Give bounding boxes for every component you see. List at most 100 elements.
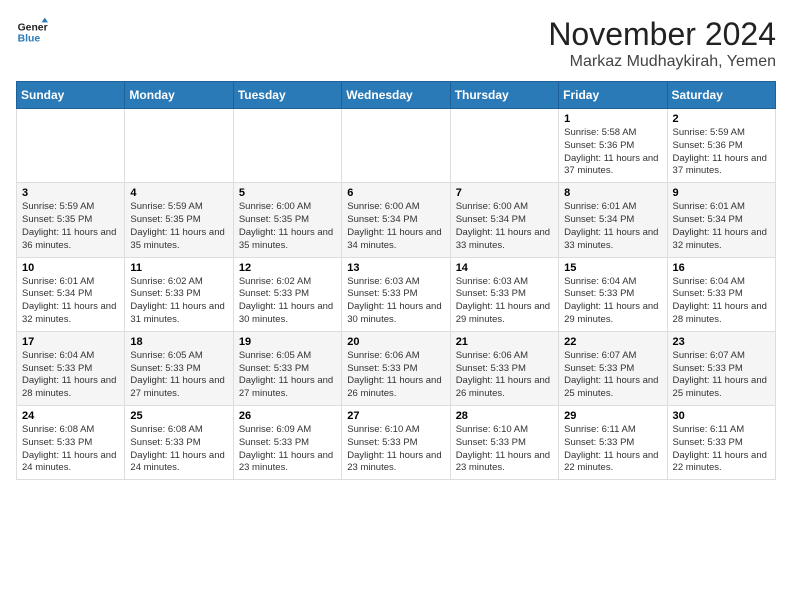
day-number: 28 — [456, 410, 553, 422]
calendar-cell: 13 Sunrise: 6:03 AM Sunset: 5:33 PM Dayli… — [342, 257, 450, 331]
day-number: 20 — [347, 336, 444, 348]
day-info: Sunrise: 5:58 AM Sunset: 5:36 PM Dayligh… — [564, 127, 661, 178]
calendar-cell: 21 Sunrise: 6:06 AM Sunset: 5:33 PM Dayli… — [450, 331, 558, 405]
day-info: Sunrise: 6:08 AM Sunset: 5:33 PM Dayligh… — [130, 424, 227, 475]
calendar-cell: 30 Sunrise: 6:11 AM Sunset: 5:33 PM Dayli… — [667, 406, 775, 480]
month-title: November 2024 — [548, 16, 776, 53]
day-info: Sunrise: 6:06 AM Sunset: 5:33 PM Dayligh… — [456, 350, 553, 401]
calendar-cell: 17 Sunrise: 6:04 AM Sunset: 5:33 PM Dayli… — [17, 331, 125, 405]
calendar-cell — [233, 109, 341, 183]
calendar-cell: 20 Sunrise: 6:06 AM Sunset: 5:33 PM Dayli… — [342, 331, 450, 405]
day-info: Sunrise: 6:05 AM Sunset: 5:33 PM Dayligh… — [130, 350, 227, 401]
day-number: 16 — [673, 262, 770, 274]
weekday-header: Saturday — [667, 82, 775, 109]
day-number: 17 — [22, 336, 119, 348]
day-info: Sunrise: 5:59 AM Sunset: 5:35 PM Dayligh… — [22, 201, 119, 252]
calendar-cell — [17, 109, 125, 183]
location: Markaz Mudhaykirah, Yemen — [548, 53, 776, 71]
svg-text:Blue: Blue — [18, 34, 41, 45]
day-info: Sunrise: 6:00 AM Sunset: 5:35 PM Dayligh… — [239, 201, 336, 252]
day-info: Sunrise: 6:01 AM Sunset: 5:34 PM Dayligh… — [673, 201, 770, 252]
day-number: 12 — [239, 262, 336, 274]
calendar-cell: 6Sunrise: 6:00 AM Sunset: 5:34 PM Daylig… — [342, 183, 450, 257]
day-number: 15 — [564, 262, 661, 274]
day-info: Sunrise: 5:59 AM Sunset: 5:36 PM Dayligh… — [673, 127, 770, 178]
weekday-header: Thursday — [450, 82, 558, 109]
day-number: 22 — [564, 336, 661, 348]
day-info: Sunrise: 6:11 AM Sunset: 5:33 PM Dayligh… — [673, 424, 770, 475]
day-info: Sunrise: 6:00 AM Sunset: 5:34 PM Dayligh… — [456, 201, 553, 252]
day-number: 19 — [239, 336, 336, 348]
weekday-header: Monday — [125, 82, 233, 109]
day-number: 21 — [456, 336, 553, 348]
day-number: 23 — [673, 336, 770, 348]
day-info: Sunrise: 6:04 AM Sunset: 5:33 PM Dayligh… — [564, 276, 661, 327]
weekday-header: Friday — [559, 82, 667, 109]
calendar-cell: 29 Sunrise: 6:11 AM Sunset: 5:33 PM Dayli… — [559, 406, 667, 480]
title-area: November 2024 Markaz Mudhaykirah, Yemen — [548, 16, 776, 71]
calendar-cell — [450, 109, 558, 183]
calendar-cell: 24 Sunrise: 6:08 AM Sunset: 5:33 PM Dayli… — [17, 406, 125, 480]
day-number: 2 — [673, 113, 770, 125]
day-info: Sunrise: 6:03 AM Sunset: 5:33 PM Dayligh… — [456, 276, 553, 327]
calendar-cell: 15 Sunrise: 6:04 AM Sunset: 5:33 PM Dayli… — [559, 257, 667, 331]
day-number: 3 — [22, 187, 119, 199]
day-number: 29 — [564, 410, 661, 422]
day-info: Sunrise: 6:10 AM Sunset: 5:33 PM Dayligh… — [456, 424, 553, 475]
day-info: Sunrise: 6:03 AM Sunset: 5:33 PM Dayligh… — [347, 276, 444, 327]
day-number: 8 — [564, 187, 661, 199]
day-info: Sunrise: 5:59 AM Sunset: 5:35 PM Dayligh… — [130, 201, 227, 252]
day-number: 11 — [130, 262, 227, 274]
day-number: 26 — [239, 410, 336, 422]
weekday-header: Wednesday — [342, 82, 450, 109]
calendar-cell: 25Sunrise: 6:08 AM Sunset: 5:33 PM Dayli… — [125, 406, 233, 480]
day-number: 27 — [347, 410, 444, 422]
day-info: Sunrise: 6:00 AM Sunset: 5:34 PM Dayligh… — [347, 201, 444, 252]
day-number: 9 — [673, 187, 770, 199]
day-number: 13 — [347, 262, 444, 274]
calendar-cell: 19 Sunrise: 6:05 AM Sunset: 5:33 PM Dayli… — [233, 331, 341, 405]
calendar-cell: 7Sunrise: 6:00 AM Sunset: 5:34 PM Daylig… — [450, 183, 558, 257]
calendar-cell: 28 Sunrise: 6:10 AM Sunset: 5:33 PM Dayli… — [450, 406, 558, 480]
day-info: Sunrise: 6:09 AM Sunset: 5:33 PM Dayligh… — [239, 424, 336, 475]
day-info: Sunrise: 6:02 AM Sunset: 5:33 PM Dayligh… — [130, 276, 227, 327]
calendar-cell: 2 Sunrise: 5:59 AM Sunset: 5:36 PM Daylig… — [667, 109, 775, 183]
weekday-header: Tuesday — [233, 82, 341, 109]
calendar-cell: 5 Sunrise: 6:00 AM Sunset: 5:35 PM Daylig… — [233, 183, 341, 257]
calendar-cell: 1 Sunrise: 5:58 AM Sunset: 5:36 PM Daylig… — [559, 109, 667, 183]
calendar-cell: 12Sunrise: 6:02 AM Sunset: 5:33 PM Dayli… — [233, 257, 341, 331]
day-info: Sunrise: 6:07 AM Sunset: 5:33 PM Dayligh… — [673, 350, 770, 401]
day-number: 18 — [130, 336, 227, 348]
day-number: 1 — [564, 113, 661, 125]
day-info: Sunrise: 6:04 AM Sunset: 5:33 PM Dayligh… — [673, 276, 770, 327]
calendar-cell — [125, 109, 233, 183]
calendar-cell: 4 Sunrise: 5:59 AM Sunset: 5:35 PM Daylig… — [125, 183, 233, 257]
calendar-cell: 18 Sunrise: 6:05 AM Sunset: 5:33 PM Dayli… — [125, 331, 233, 405]
day-info: Sunrise: 6:10 AM Sunset: 5:33 PM Dayligh… — [347, 424, 444, 475]
calendar-cell: 14 Sunrise: 6:03 AM Sunset: 5:33 PM Dayli… — [450, 257, 558, 331]
day-number: 14 — [456, 262, 553, 274]
weekday-header: Sunday — [17, 82, 125, 109]
day-number: 5 — [239, 187, 336, 199]
day-number: 24 — [22, 410, 119, 422]
calendar-cell: 22 Sunrise: 6:07 AM Sunset: 5:33 PM Dayli… — [559, 331, 667, 405]
day-info: Sunrise: 6:05 AM Sunset: 5:33 PM Dayligh… — [239, 350, 336, 401]
day-info: Sunrise: 6:08 AM Sunset: 5:33 PM Dayligh… — [22, 424, 119, 475]
day-info: Sunrise: 6:01 AM Sunset: 5:34 PM Dayligh… — [22, 276, 119, 327]
day-info: Sunrise: 6:11 AM Sunset: 5:33 PM Dayligh… — [564, 424, 661, 475]
day-info: Sunrise: 6:01 AM Sunset: 5:34 PM Dayligh… — [564, 201, 661, 252]
day-number: 10 — [22, 262, 119, 274]
day-number: 4 — [130, 187, 227, 199]
svg-text:General: General — [18, 22, 48, 33]
day-info: Sunrise: 6:06 AM Sunset: 5:33 PM Dayligh… — [347, 350, 444, 401]
calendar-cell: 9 Sunrise: 6:01 AM Sunset: 5:34 PM Daylig… — [667, 183, 775, 257]
calendar-cell: 27 Sunrise: 6:10 AM Sunset: 5:33 PM Dayli… — [342, 406, 450, 480]
day-info: Sunrise: 6:07 AM Sunset: 5:33 PM Dayligh… — [564, 350, 661, 401]
day-number: 30 — [673, 410, 770, 422]
calendar-cell: 3 Sunrise: 5:59 AM Sunset: 5:35 PM Daylig… — [17, 183, 125, 257]
logo-icon: General Blue — [16, 16, 48, 48]
calendar-cell — [342, 109, 450, 183]
day-info: Sunrise: 6:04 AM Sunset: 5:33 PM Dayligh… — [22, 350, 119, 401]
calendar-cell: 26 Sunrise: 6:09 AM Sunset: 5:33 PM Dayli… — [233, 406, 341, 480]
calendar-cell: 16 Sunrise: 6:04 AM Sunset: 5:33 PM Dayli… — [667, 257, 775, 331]
